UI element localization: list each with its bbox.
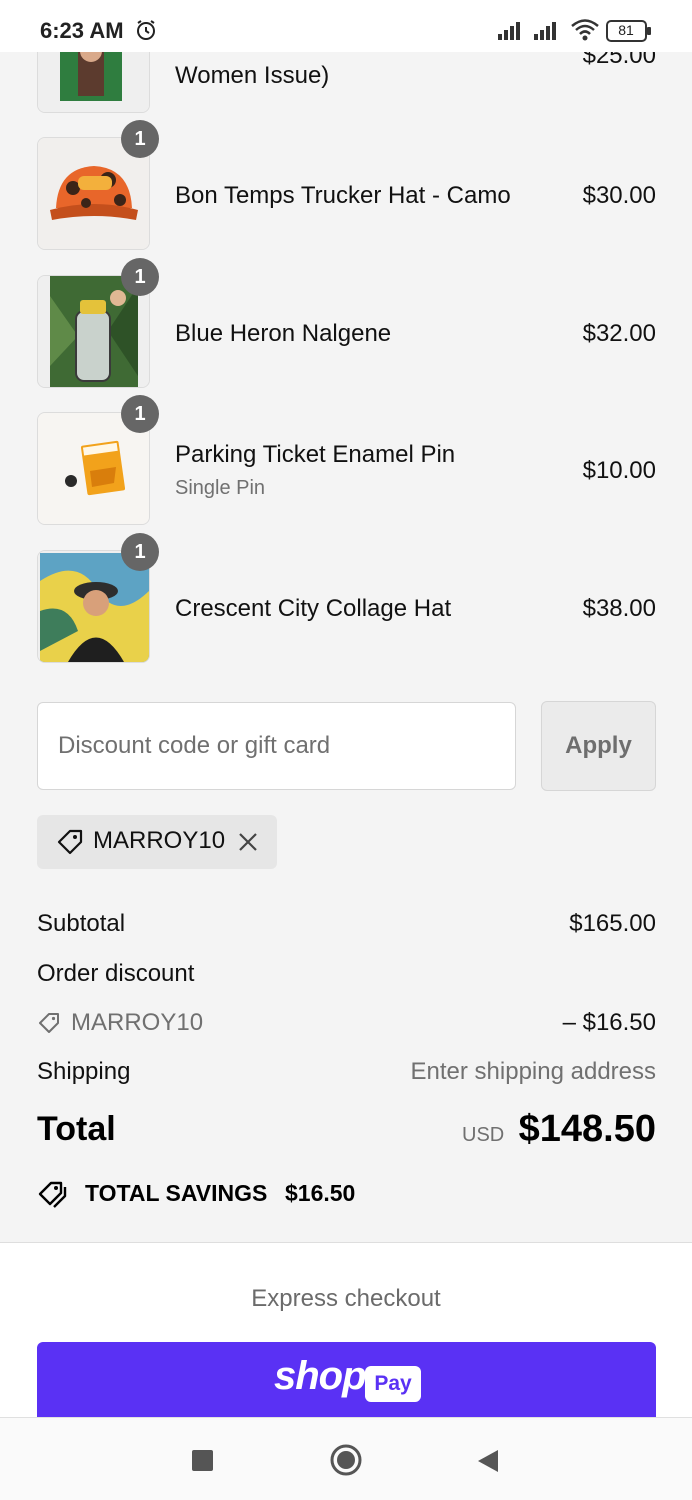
product-name: Crescent City Collage Hat: [175, 595, 452, 622]
product-price: $30.00: [582, 182, 656, 209]
product-price: $10.00: [582, 457, 656, 484]
close-icon[interactable]: [237, 831, 259, 858]
nav-home-icon[interactable]: [330, 1444, 362, 1481]
tag-icon: [55, 827, 85, 862]
order-discount-label: Order discount: [37, 960, 195, 987]
shop-pay-button[interactable]: shop Pay: [37, 1342, 656, 1417]
shipping-value: Enter shipping address: [410, 1058, 656, 1085]
total-savings-label: TOTAL SAVINGS: [85, 1180, 268, 1206]
system-nav-bar: [0, 1417, 692, 1500]
subtotal-value: $165.00: [569, 910, 656, 937]
signal-icon: [498, 20, 526, 45]
apply-button[interactable]: Apply: [541, 701, 656, 791]
nav-back-icon[interactable]: [476, 1448, 500, 1479]
pay-badge: Pay: [365, 1366, 421, 1402]
discount-amount: – $16.50: [562, 1009, 656, 1036]
currency-code: USD: [462, 1124, 505, 1146]
express-checkout-title: Express checkout: [251, 1285, 441, 1312]
nav-square-icon[interactable]: [192, 1450, 213, 1471]
discount-placeholder: Discount code or gift card: [58, 732, 331, 759]
tag-icon: [37, 1011, 61, 1040]
savings-tag-icon: [37, 1179, 69, 1214]
status-bar: 6:23 AM 81: [0, 0, 692, 52]
product-name: Women Issue): [175, 62, 330, 89]
quantity-badge: 1: [121, 120, 159, 158]
quantity-badge: 1: [121, 258, 159, 296]
product-variant: Single Pin: [175, 477, 266, 499]
wifi-icon: [570, 18, 600, 47]
shipping-label: Shipping: [37, 1058, 131, 1085]
alarm-icon: [134, 18, 158, 47]
product-name: Blue Heron Nalgene: [175, 320, 392, 347]
signal-icon: [534, 20, 562, 45]
applied-discount-chip: MARROY10: [37, 815, 277, 869]
shop-pay-logo: shop: [274, 1354, 367, 1398]
product-name: Bon Temps Trucker Hat - Camo: [175, 182, 511, 209]
line-item: 1 Crescent City Collage Hat $38.00: [0, 533, 692, 664]
line-item: 1 Parking Ticket Enamel Pin Single Pin $…: [0, 395, 692, 526]
product-price: $38.00: [582, 595, 656, 622]
total-value: $148.50: [518, 1108, 656, 1150]
line-item: 1 Bon Temps Trucker Hat - Camo $30.00: [0, 120, 692, 251]
subtotal-label: Subtotal: [37, 910, 126, 937]
product-name: Parking Ticket Enamel Pin: [175, 441, 456, 468]
product-price: $32.00: [582, 320, 656, 347]
total-label: Total: [37, 1110, 116, 1148]
quantity-badge: 1: [121, 395, 159, 433]
discount-code-summary: MARROY10: [71, 1009, 204, 1036]
battery-level: 81: [618, 22, 634, 38]
line-item: 1 Blue Heron Nalgene $32.00: [0, 258, 692, 389]
discount-code-label: MARROY10: [93, 827, 226, 854]
quantity-badge: 1: [121, 533, 159, 571]
total-savings-value: $16.50: [285, 1180, 356, 1206]
status-time: 6:23 AM: [40, 18, 124, 43]
discount-code-input[interactable]: Discount code or gift card: [37, 702, 516, 790]
